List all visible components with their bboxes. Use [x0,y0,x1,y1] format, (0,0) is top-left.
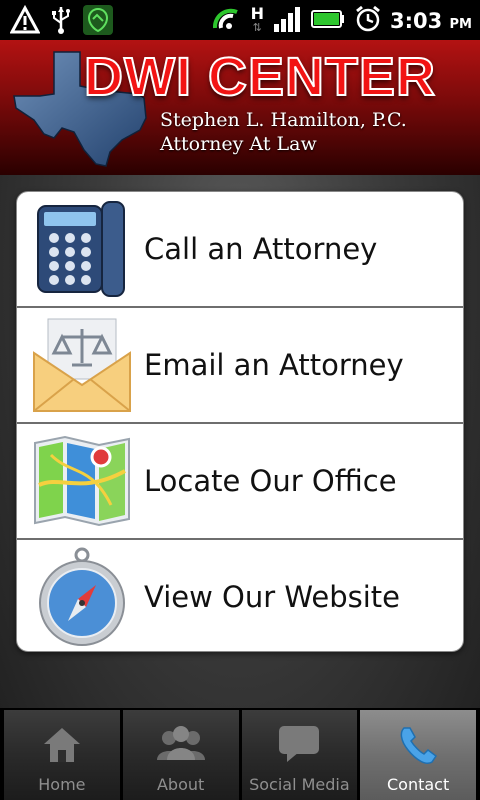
tab-home[interactable]: Home [4,710,120,800]
tab-about[interactable]: About [122,710,239,800]
menu-item-locate-office[interactable]: Locate Our Office [17,424,463,540]
menu-item-label: Email an Attorney [144,348,404,382]
alarm-icon [354,4,382,38]
menu-item-call-attorney[interactable]: Call an Attorney [17,192,463,308]
phone-icon [27,199,137,299]
wifi-icon [209,4,243,38]
tab-contact[interactable]: Contact [360,710,476,800]
menu-item-email-attorney[interactable]: Email an Attorney [17,308,463,424]
firm-name-line2: Attorney At Law [160,133,317,155]
clock: 3:03 PM [389,9,472,33]
usb-icon [50,5,72,39]
firm-name: Stephen L. Hamilton, P.C. Attorney At La… [160,108,407,156]
app-header: DWI CENTER Stephen L. Hamilton, P.C. Att… [0,40,480,175]
app-title: DWI CENTER [83,46,436,108]
tab-label: About [156,775,205,794]
email-scales-icon [27,315,137,415]
menu-item-view-website[interactable]: View Our Website [17,540,463,651]
tab-label: Social Media [249,775,350,794]
tab-social-media[interactable]: Social Media [241,710,358,800]
speech-bubble-icon [277,724,321,768]
status-bar: H ⇅ 3:03 PM [0,0,480,40]
tab-label: Contact [387,775,450,794]
menu-item-label: View Our Website [144,580,400,614]
battery-icon [310,4,346,38]
people-icon [153,724,209,768]
shield-icon [82,4,114,40]
home-icon [42,724,82,768]
phone-handset-icon [396,724,440,772]
warning-icon [9,4,41,39]
compass-icon [27,547,137,647]
network-type: H ⇅ [250,4,264,35]
menu-item-label: Locate Our Office [144,464,397,498]
map-icon [27,431,137,531]
signal-icon [272,4,302,38]
firm-name-line1: Stephen L. Hamilton, P.C. [160,109,407,131]
bottom-tab-bar: Home About Social Media Contact [0,708,480,800]
menu-item-label: Call an Attorney [144,232,378,266]
tab-label: Home [38,775,86,794]
contact-menu: Call an Attorney Email an Attorney Locat… [16,191,464,652]
